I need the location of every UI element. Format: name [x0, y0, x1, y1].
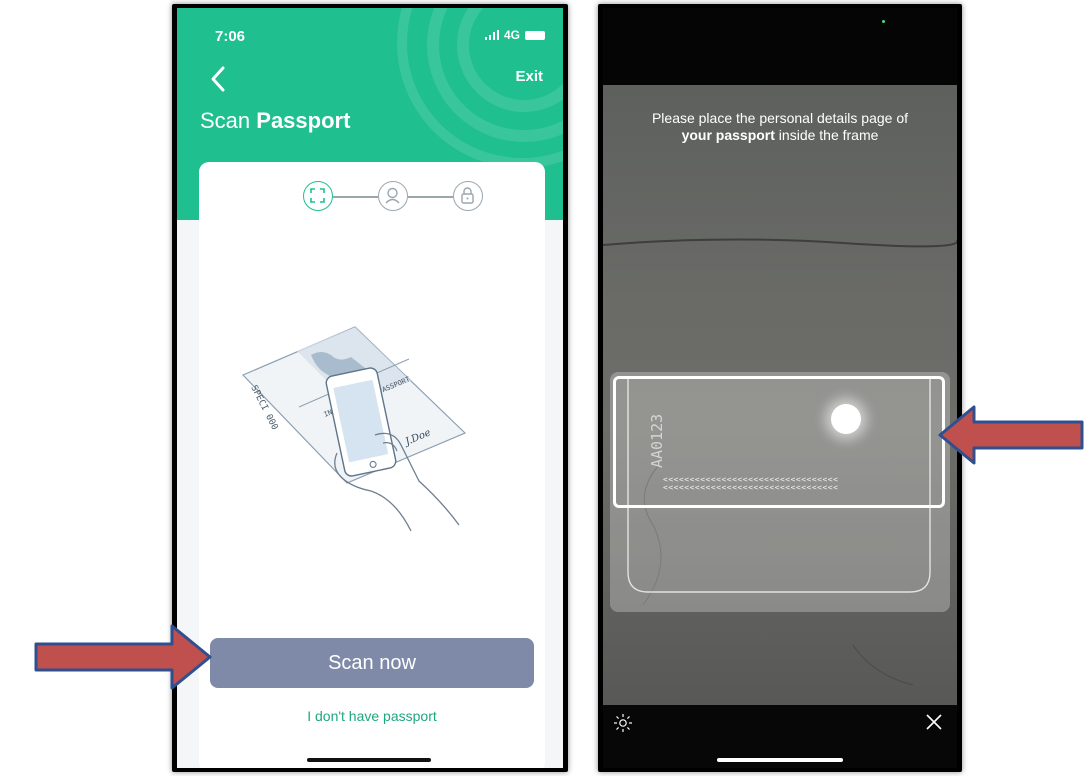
status-time: 7:06 — [215, 28, 246, 45]
arrow-right-annotation — [34, 624, 212, 690]
arrow-left-annotation — [938, 405, 1084, 465]
step-lock — [453, 181, 483, 211]
network-type: 4G — [503, 28, 520, 42]
no-passport-link[interactable]: I don't have passport — [199, 708, 545, 724]
back-chevron-icon[interactable] — [205, 64, 231, 94]
battery-icon — [525, 30, 545, 40]
exit-button[interactable]: Exit — [515, 68, 543, 85]
camera-screen: Please place the personal details page o… — [603, 8, 957, 768]
lock-icon — [461, 187, 474, 204]
step-connector — [408, 196, 453, 198]
camera-indicator — [882, 20, 885, 23]
scan-passport-screen: 7:06 4G Exit Scan Passport PASSPORT SPEC… — [177, 8, 563, 768]
home-indicator[interactable] — [307, 758, 431, 762]
step-face — [378, 181, 408, 211]
instruction-line2: your passport inside the frame — [603, 127, 957, 144]
instruction-line1: Please place the personal details page o… — [651, 110, 909, 126]
page-title-bold: Passport — [256, 108, 351, 133]
home-indicator[interactable] — [717, 758, 843, 762]
signal-icon — [484, 30, 499, 40]
mrz-line: <<<<<<<<<<<<<<<<<<<<<<<<<<<<<<<<< — [663, 483, 839, 492]
scan-frame-icon — [310, 188, 325, 203]
flash-reflection — [831, 404, 861, 434]
close-icon[interactable] — [925, 713, 943, 731]
left-phone-frame: 7:06 4G Exit Scan Passport PASSPORT SPEC… — [172, 4, 568, 772]
right-phone-frame: Please place the personal details page o… — [598, 4, 962, 772]
scan-card: INTERNATIONAL PASSPORT SPECI 000 J.Doe S… — [199, 162, 545, 768]
passport-scan-illustration: INTERNATIONAL PASSPORT SPECI 000 J.Doe — [241, 326, 467, 532]
instruction-rest: inside the frame — [774, 127, 879, 143]
page-title-prefix: Scan — [200, 108, 257, 133]
face-icon — [385, 187, 400, 204]
step-connector — [333, 196, 378, 198]
status-indicators: 4G — [484, 28, 545, 42]
instruction-text: Please place the personal details page o… — [603, 110, 957, 144]
mrz-lines: <<<<<<<<<<<<<<<<<<<<<<<<<<<<<<<<< <<<<<<… — [663, 476, 838, 492]
sun-icon[interactable] — [613, 713, 633, 733]
progress-steps — [303, 181, 483, 215]
instruction-bold: your passport — [681, 127, 775, 143]
scan-now-button[interactable]: Scan now — [210, 638, 534, 688]
step-scan — [303, 181, 333, 211]
page-title: Scan Passport — [200, 108, 350, 134]
